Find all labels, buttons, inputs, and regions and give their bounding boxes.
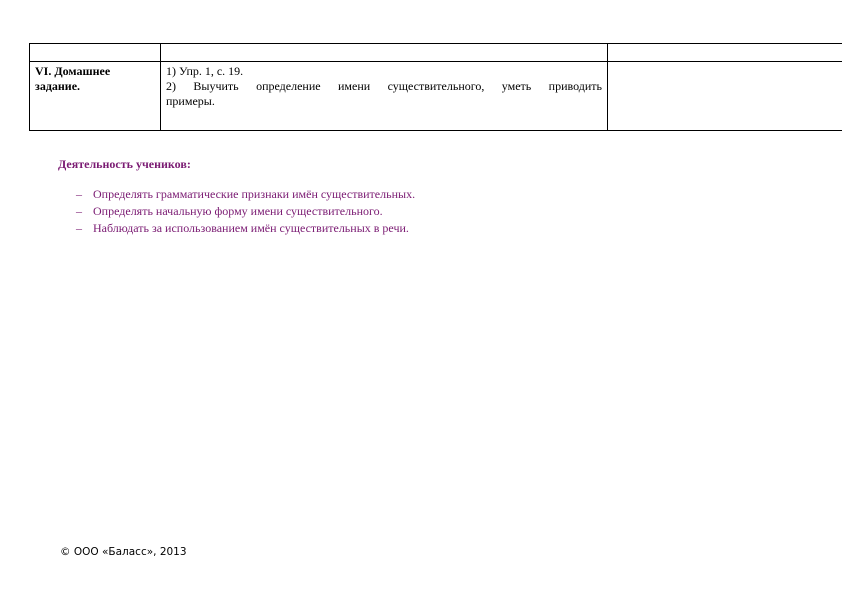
- table-cell: [607, 61, 842, 131]
- dash-bullet-icon: –: [76, 187, 82, 201]
- homework-tasks-cell: 1) Упр. 1, с. 19. 2) Выучить определение…: [160, 61, 608, 131]
- dash-bullet-icon: –: [76, 204, 82, 218]
- list-item: – Наблюдать за использованием имён сущес…: [58, 220, 758, 237]
- list-item: – Определять грамматические признаки имё…: [58, 186, 758, 203]
- homework-task-line: 2) Выучить определение имени существител…: [166, 79, 602, 93]
- table-cell: [607, 43, 842, 62]
- lesson-plan-table: VI. Домашнее задание. 1) Упр. 1, с. 19. …: [29, 43, 842, 131]
- student-activity-section: Деятельность учеников: – Определять грам…: [58, 157, 758, 237]
- table-cell: [160, 43, 608, 62]
- list-item-text: Наблюдать за использованием имён существ…: [93, 221, 409, 235]
- list-item: – Определять начальную форму имени сущес…: [58, 203, 758, 220]
- copyright-footer: © ООО «Баласс», 2013: [60, 546, 187, 558]
- list-item-text: Определять начальную форму имени существ…: [93, 204, 383, 218]
- list-item-text: Определять грамматические признаки имён …: [93, 187, 416, 201]
- table-row: VI. Домашнее задание. 1) Упр. 1, с. 19. …: [29, 61, 842, 131]
- homework-task-line: примеры.: [166, 94, 215, 108]
- activity-title: Деятельность учеников:: [58, 157, 191, 171]
- dash-bullet-icon: –: [76, 221, 82, 235]
- table-row: [29, 43, 842, 62]
- activity-list: – Определять грамматические признаки имё…: [58, 186, 758, 237]
- homework-stage-cell: VI. Домашнее задание.: [29, 61, 161, 131]
- homework-task-line: 1) Упр. 1, с. 19.: [166, 64, 244, 78]
- table-cell: [29, 43, 161, 62]
